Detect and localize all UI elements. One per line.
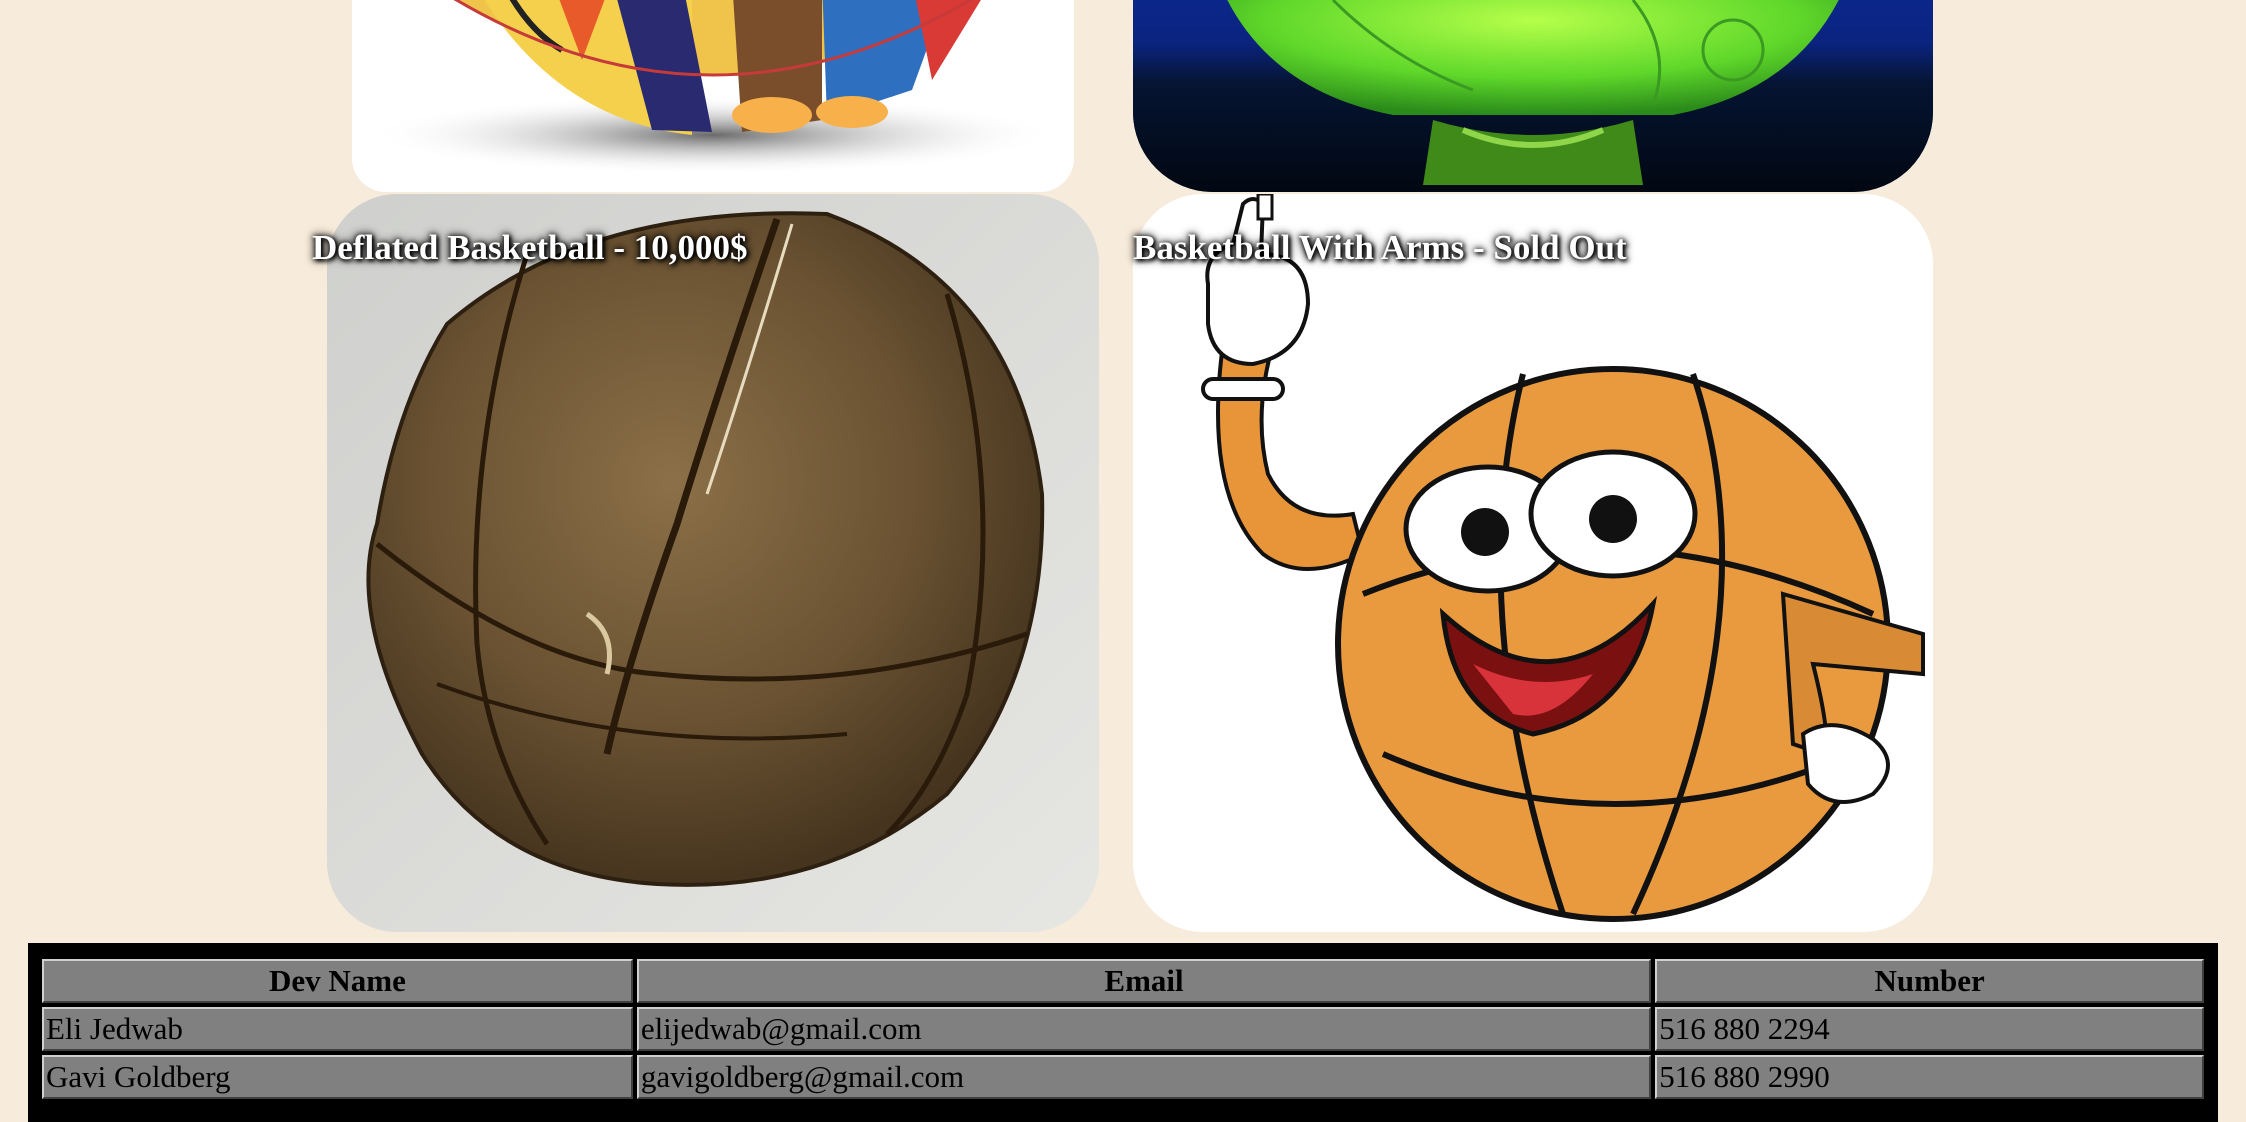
table-row: Eli Jedwab elijedwab@gmail.com 516 880 2…: [42, 1007, 2204, 1051]
product-image-cartoon-ball[interactable]: [352, 0, 1074, 192]
dev-name-cell: Eli Jedwab: [42, 1007, 633, 1051]
column-header-dev-name: Dev Name: [42, 959, 633, 1003]
table-row: Gavi Goldberg gavigoldberg@gmail.com 516…: [42, 1055, 2204, 1099]
column-header-number: Number: [1655, 959, 2204, 1003]
dev-table: Dev Name Email Number Eli Jedwab elijedw…: [38, 955, 2208, 1103]
column-header-email: Email: [636, 959, 1652, 1003]
email-cell: gavigoldberg@gmail.com: [636, 1055, 1652, 1099]
dev-table-container: Dev Name Email Number Eli Jedwab elijedw…: [28, 943, 2218, 1122]
product-card-deflated-basketball[interactable]: [327, 194, 1099, 932]
dev-name-cell: Gavi Goldberg: [42, 1055, 633, 1099]
number-cell: 516 880 2990: [1655, 1055, 2204, 1099]
cartoon-ball-illustration: [352, 0, 1074, 192]
dev-table-header-row: Dev Name Email Number: [42, 959, 2204, 1003]
page: Deflated Basketball - 10,000$ Basketball…: [0, 0, 2246, 1122]
product-caption-deflated-basketball: Deflated Basketball - 10,000$: [312, 228, 748, 267]
glow-ball-illustration: [1133, 0, 1933, 192]
number-cell: 516 880 2294: [1655, 1007, 2204, 1051]
basketball-with-arms-illustration: [1133, 194, 1933, 932]
deflated-basketball-illustration: [327, 194, 1099, 932]
product-card-basketball-with-arms[interactable]: [1133, 194, 1933, 932]
email-cell: elijedwab@gmail.com: [636, 1007, 1652, 1051]
product-caption-basketball-with-arms: Basketball With Arms - Sold Out: [1133, 228, 1627, 267]
product-image-glow-ball[interactable]: [1133, 0, 1933, 192]
